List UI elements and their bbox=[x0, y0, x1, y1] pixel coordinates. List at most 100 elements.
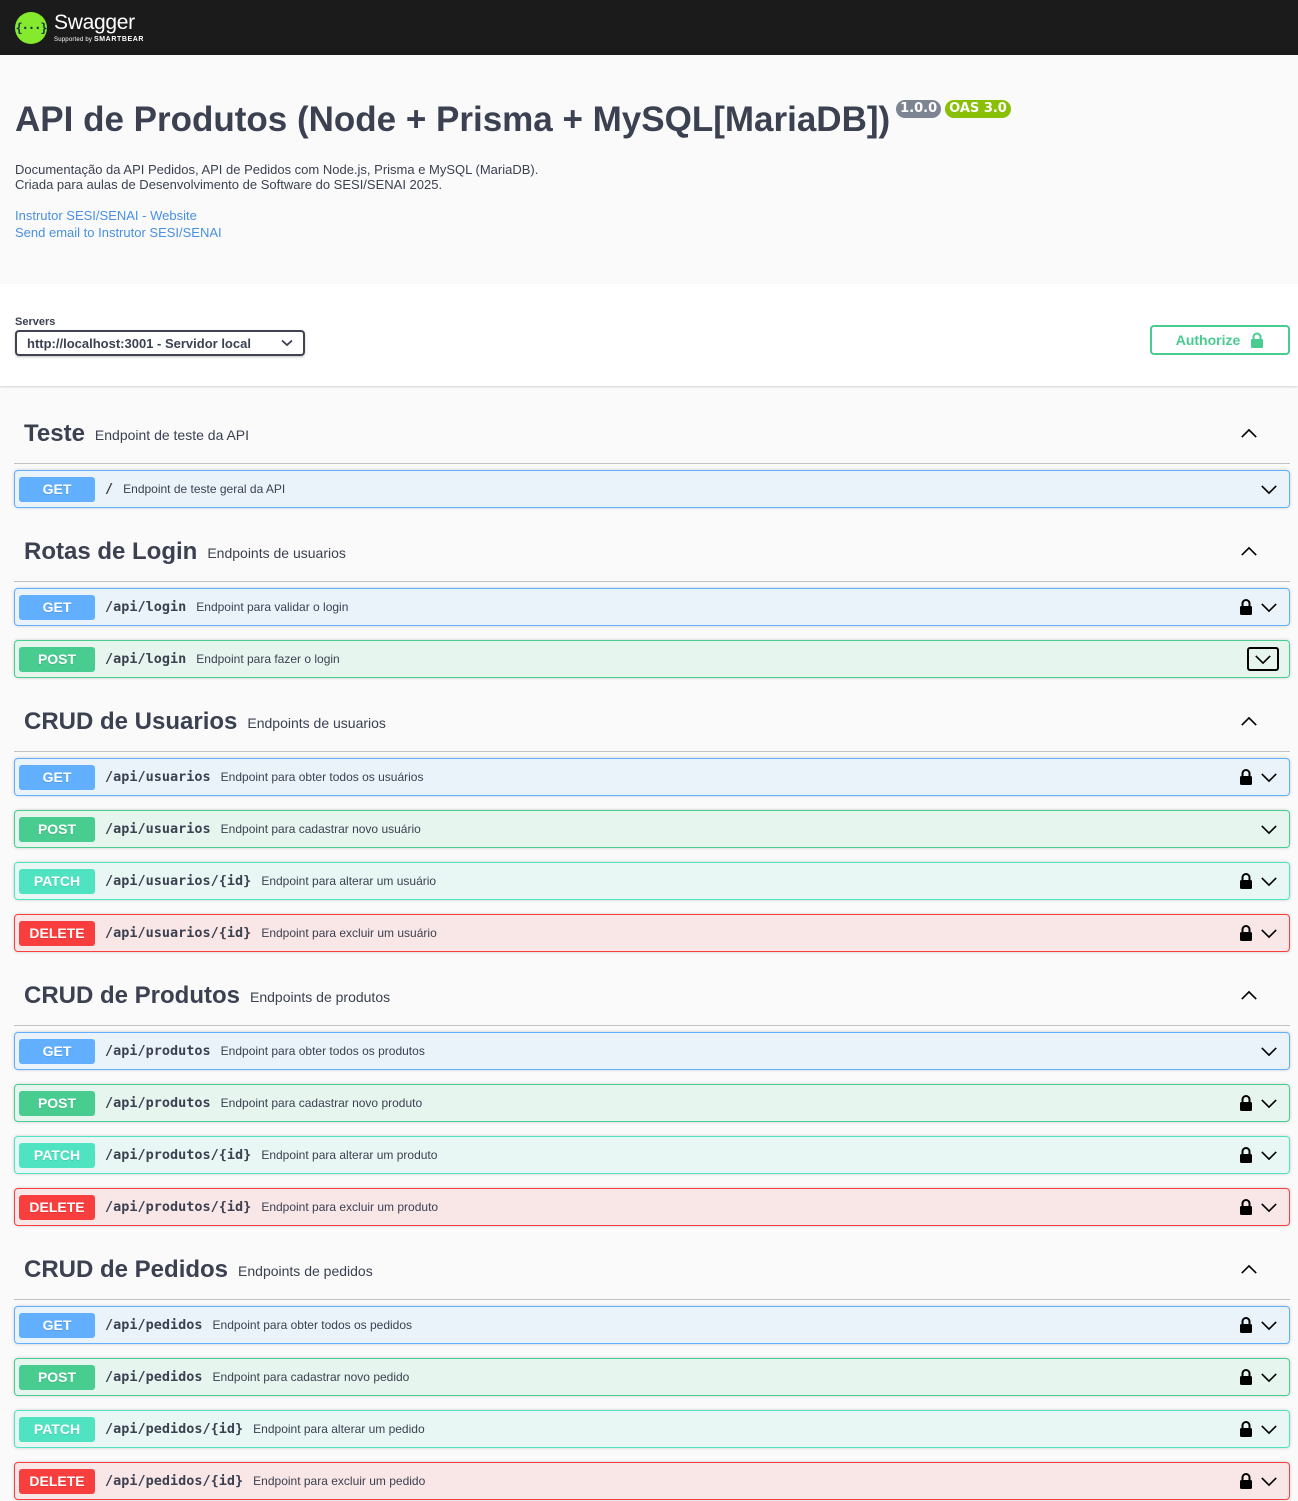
method-badge: PATCH bbox=[19, 1416, 95, 1442]
email-link[interactable]: Send email to Instrutor SESI/SENAI bbox=[15, 224, 1283, 241]
operation-delete[interactable]: DELETE/api/pedidos/{id} Endpoint para exc… bbox=[14, 1462, 1290, 1500]
operation-controls bbox=[1239, 1085, 1279, 1121]
method-badge: POST bbox=[19, 646, 95, 672]
expand-button[interactable] bbox=[1259, 1202, 1279, 1213]
operation-post[interactable]: POST/api/pedidos Endpoint para cadastrar … bbox=[14, 1358, 1290, 1396]
operation-controls bbox=[1259, 471, 1279, 507]
logo-sub-brand: SMARTBEAR bbox=[93, 36, 145, 43]
description-line-2: Criada para aulas de Desenvolvimento de … bbox=[15, 177, 443, 192]
lock-icon[interactable] bbox=[1239, 1472, 1253, 1490]
operation-controls bbox=[1239, 863, 1279, 899]
operation-get[interactable]: GET/api/usuarios Endpoint para obter todo… bbox=[14, 758, 1290, 796]
operation-delete[interactable]: DELETE/api/produtos/{id} Endpoint para ex… bbox=[14, 1188, 1290, 1226]
logo-name: Swagger bbox=[54, 11, 135, 34]
servers-select[interactable]: http://localhost:3001 - Servidor local bbox=[15, 330, 305, 356]
logo-sub-prefix: Supported by bbox=[54, 37, 93, 43]
operation-path: /api/login bbox=[105, 599, 187, 615]
operation-summary: Endpoint para cadastrar novo usuário bbox=[220, 822, 421, 836]
operation-summary: Endpoint para cadastrar novo pedido bbox=[212, 1370, 410, 1384]
lock-icon[interactable] bbox=[1239, 598, 1253, 616]
operation-patch[interactable]: PATCH/api/usuarios/{id} Endpoint para alt… bbox=[14, 862, 1290, 900]
operation-path: /api/produtos/{id} bbox=[105, 1147, 252, 1163]
operation-controls bbox=[1247, 641, 1279, 677]
operation-summary: Endpoint para obter todos os pedidos bbox=[212, 1318, 413, 1332]
expand-button[interactable] bbox=[1259, 824, 1279, 835]
authorize-button[interactable]: Authorize bbox=[1150, 325, 1290, 355]
expand-button[interactable] bbox=[1259, 1372, 1279, 1383]
expand-button[interactable] bbox=[1259, 1150, 1279, 1161]
lock-icon[interactable] bbox=[1239, 1316, 1253, 1334]
tag-collapse-button[interactable] bbox=[1240, 544, 1258, 562]
method-badge: PATCH bbox=[19, 868, 95, 894]
tag-header[interactable]: Rotas de Login Endpoints de usuarios bbox=[14, 522, 1290, 582]
tag-collapse-button[interactable] bbox=[1240, 714, 1258, 732]
chevron-down-icon bbox=[1261, 928, 1277, 938]
operation-summary: Endpoint para alterar um pedido bbox=[253, 1422, 425, 1436]
tag-collapse-button[interactable] bbox=[1240, 988, 1258, 1006]
tag-header[interactable]: CRUD de Pedidos Endpoints de pedidos bbox=[14, 1240, 1290, 1300]
operation-path: /api/pedidos/{id} bbox=[105, 1473, 244, 1489]
operation-controls bbox=[1259, 1033, 1279, 1069]
expand-button[interactable] bbox=[1259, 1098, 1279, 1109]
operation-patch[interactable]: PATCH/api/produtos/{id} Endpoint para alt… bbox=[14, 1136, 1290, 1174]
lock-icon[interactable] bbox=[1239, 1368, 1253, 1386]
operation-get[interactable]: GET/api/pedidos Endpoint para obter todos… bbox=[14, 1306, 1290, 1344]
operation-controls bbox=[1239, 1411, 1279, 1447]
expand-button[interactable] bbox=[1259, 928, 1279, 939]
operation-controls bbox=[1239, 1137, 1279, 1173]
chevron-up-icon bbox=[1241, 1264, 1257, 1274]
operation-get[interactable]: GET/api/produtos Endpoint para obter todo… bbox=[14, 1032, 1290, 1070]
lock-icon[interactable] bbox=[1239, 924, 1253, 942]
swagger-logo[interactable]: {···} Swagger Supported by SMARTBEAR bbox=[15, 11, 145, 44]
lock-icon[interactable] bbox=[1239, 1198, 1253, 1216]
expand-button[interactable] bbox=[1247, 647, 1279, 671]
chevron-down-icon bbox=[1261, 1424, 1277, 1434]
servers-select-value: http://localhost:3001 - Servidor local bbox=[27, 335, 251, 351]
tag-collapse-button[interactable] bbox=[1240, 1262, 1258, 1280]
chevron-down-icon bbox=[1261, 1476, 1277, 1486]
tag-header[interactable]: Teste Endpoint de teste da API bbox=[14, 404, 1290, 464]
chevron-down-icon bbox=[1261, 1320, 1277, 1330]
expand-button[interactable] bbox=[1259, 772, 1279, 783]
operation-post[interactable]: POST/api/login Endpoint para fazer o logi… bbox=[14, 640, 1290, 678]
topbar: {···} Swagger Supported by SMARTBEAR bbox=[0, 0, 1298, 55]
operation-summary: Endpoint para obter todos os produtos bbox=[220, 1044, 425, 1058]
expand-button[interactable] bbox=[1259, 1424, 1279, 1435]
tag-name: CRUD de Usuarios bbox=[24, 707, 238, 735]
api-description: Documentação da API Pedidos, API de Pedi… bbox=[15, 162, 1283, 192]
operation-get[interactable]: GET/api/login Endpoint para validar o log… bbox=[14, 588, 1290, 626]
expand-button[interactable] bbox=[1259, 1476, 1279, 1487]
chevron-down-icon bbox=[1261, 824, 1277, 834]
operation-post[interactable]: POST/api/produtos Endpoint para cadastrar… bbox=[14, 1084, 1290, 1122]
lock-icon[interactable] bbox=[1239, 872, 1253, 890]
tag-description: Endpoints de usuarios bbox=[207, 545, 346, 561]
expand-button[interactable] bbox=[1259, 1320, 1279, 1331]
lock-icon[interactable] bbox=[1239, 1146, 1253, 1164]
operation-summary: Endpoint para excluir um pedido bbox=[253, 1474, 426, 1488]
lock-icon[interactable] bbox=[1239, 1094, 1253, 1112]
lock-icon[interactable] bbox=[1239, 1420, 1253, 1438]
operation-delete[interactable]: DELETE/api/usuarios/{id} Endpoint para ex… bbox=[14, 914, 1290, 952]
operation-path: / bbox=[105, 481, 114, 497]
operation-patch[interactable]: PATCH/api/pedidos/{id} Endpoint para alte… bbox=[14, 1410, 1290, 1448]
tag-section-1: Rotas de Login Endpoints de usuarios GET/a… bbox=[14, 522, 1290, 678]
tag-header[interactable]: CRUD de Produtos Endpoints de produtos bbox=[14, 966, 1290, 1026]
lock-icon[interactable] bbox=[1239, 768, 1253, 786]
expand-button[interactable] bbox=[1259, 484, 1279, 495]
version-badge: 1.0.0 bbox=[896, 100, 942, 118]
expand-button[interactable] bbox=[1259, 876, 1279, 887]
chevron-down-icon bbox=[1261, 1150, 1277, 1160]
operation-path: /api/usuarios bbox=[105, 769, 211, 785]
operation-get[interactable]: GET / Endpoint de teste geral da API bbox=[14, 470, 1290, 508]
expand-button[interactable] bbox=[1259, 602, 1279, 613]
tag-header[interactable]: CRUD de Usuarios Endpoints de usuarios bbox=[14, 692, 1290, 752]
expand-button[interactable] bbox=[1259, 1046, 1279, 1057]
website-link[interactable]: Instrutor SESI/SENAI - Website bbox=[15, 207, 1283, 224]
tag-name: Teste bbox=[24, 419, 85, 447]
tag-collapse-button[interactable] bbox=[1240, 426, 1258, 444]
tag-name: CRUD de Produtos bbox=[24, 981, 240, 1009]
operation-path: /api/pedidos bbox=[105, 1317, 203, 1333]
method-badge: GET bbox=[19, 1312, 95, 1338]
operation-post[interactable]: POST/api/usuarios Endpoint para cadastrar… bbox=[14, 810, 1290, 848]
lock-icon bbox=[1251, 332, 1264, 348]
